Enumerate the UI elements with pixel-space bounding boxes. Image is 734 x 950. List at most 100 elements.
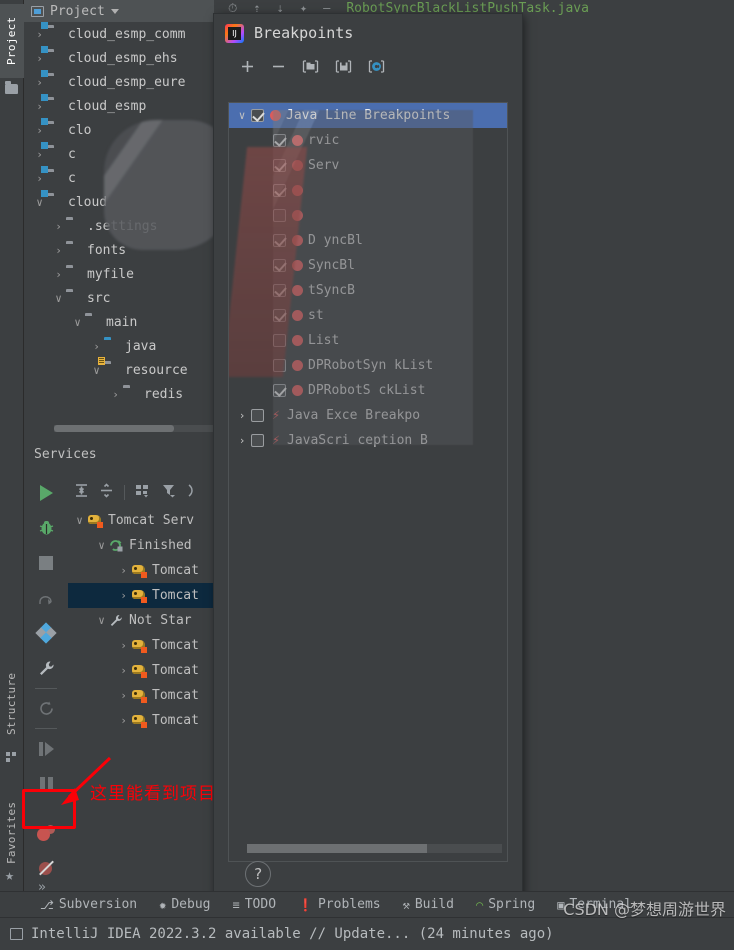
chevron-right-icon[interactable]: › [32,76,47,89]
chevron-right-icon[interactable]: › [32,52,47,65]
open-group-folder-icon[interactable] [302,59,319,77]
save-group-icon[interactable] [335,59,352,77]
breakpoint-row[interactable]: › ⚡ JavaScri ception B [229,428,507,453]
project-tree-row[interactable]: ∨ main [24,310,214,334]
chevron-down-icon[interactable]: ∨ [94,539,109,552]
circle-c-icon[interactable] [368,59,385,77]
chevron-right-icon[interactable]: › [51,244,66,257]
chevron-down-icon[interactable]: ∨ [51,292,66,305]
chevron-down-icon[interactable]: ∨ [70,316,85,329]
tool-window-button-build[interactable]: ⚒ Build [403,897,454,912]
project-tree-row[interactable]: ∨ src [24,286,214,310]
services-tree-row[interactable]: › Tomcat [68,658,214,683]
chevron-right-icon[interactable]: › [116,714,131,727]
services-tree-row-selected[interactable]: › Tomcat [68,583,214,608]
layers-button[interactable] [28,616,64,651]
breakpoint-row[interactable]: tSyncB [229,278,507,303]
settings-button[interactable] [28,651,64,686]
breakpoint-row[interactable]: D yncBl [229,228,507,253]
tool-window-button-subversion[interactable]: ⎇ Subversion [40,897,137,912]
breakpoint-enabled-checkbox[interactable] [251,109,264,122]
services-tree-row[interactable]: ∨ Not Star [68,608,214,633]
minus-icon[interactable] [271,59,286,77]
group-by-icon[interactable] [135,483,151,502]
services-tree[interactable]: ∨ Tomcat Serv ∨ Finished › Tomcat › Tomcat ∨ Not … [68,508,214,740]
breakpoint-enabled-checkbox[interactable] [273,184,286,197]
breakpoint-row[interactable]: DPRobotSyn kList [229,353,507,378]
expand-all-icon[interactable] [74,483,89,502]
breakpoint-enabled-checkbox[interactable] [273,334,286,347]
status-bar-text[interactable]: IntelliJ IDEA 2022.3.2 available // Upda… [31,926,554,942]
project-tree-row[interactable]: › cloud_esmp_ehs [24,45,214,70]
chevron-right-icon[interactable]: › [233,434,251,447]
tool-window-button-todo[interactable]: ≡ TODO [232,897,276,912]
breakpoint-row[interactable]: Serv [229,153,507,178]
chevron-right-icon[interactable]: › [51,268,66,281]
project-tree-row[interactable]: › cloud_esmp_comm [24,22,214,46]
plus-icon[interactable] [240,59,255,77]
debug-button[interactable] [28,510,64,545]
project-tree-row[interactable]: › myfile [24,262,214,286]
project-tree-row[interactable]: › cloud_esmp_eure [24,69,214,94]
breakpoint-row[interactable] [229,203,507,228]
services-tree-row[interactable]: › Tomcat [68,633,214,658]
breakpoint-enabled-checkbox[interactable] [273,259,286,272]
chevron-down-icon[interactable]: ∨ [233,109,251,122]
breakpoint-enabled-checkbox[interactable] [251,409,264,422]
chevron-right-icon[interactable]: › [32,172,47,185]
chevron-right-icon[interactable]: › [32,100,47,113]
project-tree-row[interactable]: › c [24,165,214,190]
project-tree-row[interactable]: › java [24,334,214,358]
breakpoints-list[interactable]: ∨ Java Line Breakpoints rvic Serv D yncBl Syn… [228,102,508,862]
services-tree-row[interactable]: ∨ Tomcat Serv [68,508,214,533]
sidebar-item-favorites[interactable]: Favorites [0,790,24,876]
project-tree-row[interactable]: › c [24,141,214,166]
chevron-right-icon[interactable]: › [32,124,47,137]
breakpoint-row[interactable] [229,178,507,203]
rerun-button[interactable] [28,691,64,726]
breakpoint-row[interactable]: List [229,328,507,353]
sidebar-item-project[interactable]: Project [0,4,24,78]
tool-window-button-problems[interactable]: ❗ Problems [298,897,381,912]
breakpoint-enabled-checkbox[interactable] [273,284,286,297]
project-horizontal-scrollbar[interactable] [54,425,214,432]
project-tree-row[interactable]: ∨ cloud [24,189,214,214]
chevron-right-icon[interactable]: › [89,340,104,353]
breakpoint-enabled-checkbox[interactable] [273,209,286,222]
tool-window-button-spring[interactable]: ◠ Spring [476,897,535,912]
breakpoint-enabled-checkbox[interactable] [273,234,286,247]
chevron-down-icon[interactable]: ∨ [32,196,47,209]
chevron-down-icon[interactable] [110,8,119,14]
chevron-right-icon[interactable]: › [116,564,131,577]
chevron-down-icon[interactable]: ∨ [94,614,109,627]
chevron-right-icon[interactable]: › [32,28,47,41]
chevron-right-icon[interactable]: › [233,409,251,422]
filter-icon[interactable] [161,483,177,502]
collapse-all-icon[interactable] [99,482,114,502]
breakpoint-enabled-checkbox[interactable] [273,134,286,147]
breakpoint-row-selected[interactable]: ∨ Java Line Breakpoints [229,103,507,128]
chevron-right-icon[interactable]: › [116,589,131,602]
step-over-button[interactable] [28,581,64,616]
chevron-right-icon[interactable]: › [108,388,123,401]
project-tree-row[interactable]: › fonts [24,238,214,262]
services-tree-row[interactable]: › Tomcat [68,683,214,708]
breakpoint-row[interactable]: st [229,303,507,328]
mute-breakpoints-button[interactable] [28,851,64,886]
project-tree-row[interactable]: › clo [24,117,214,142]
breakpoint-row[interactable]: DPRobotS ckList [229,378,507,403]
breakpoint-enabled-checkbox[interactable] [273,159,286,172]
breakpoints-dialog[interactable]: Breakpoints [214,14,522,904]
stop-button[interactable] [28,545,64,580]
services-tree-row[interactable]: ∨ Finished [68,533,214,558]
chevron-right-icon[interactable]: › [32,148,47,161]
breakpoint-enabled-checkbox[interactable] [273,309,286,322]
sidebar-item-structure[interactable]: Structure [0,660,24,748]
chevron-right-icon[interactable]: › [51,220,66,233]
chevron-right-icon[interactable]: › [116,689,131,702]
breakpoints-horizontal-scrollbar[interactable] [247,844,502,853]
services-tree-row[interactable]: › Tomcat [68,558,214,583]
chevron-right-icon[interactable]: › [116,639,131,652]
chevron-right-icon[interactable]: › [116,664,131,677]
chevron-down-icon[interactable]: ∨ [72,514,87,527]
